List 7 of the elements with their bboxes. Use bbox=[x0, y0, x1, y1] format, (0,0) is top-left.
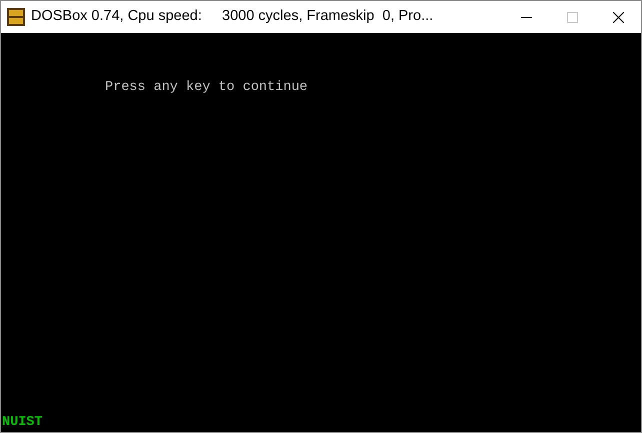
minimize-icon bbox=[520, 16, 532, 18]
console-text: Press any key to continue bbox=[105, 80, 309, 96]
maximize-icon bbox=[566, 12, 578, 22]
console-text: NUIST bbox=[2, 415, 43, 431]
close-icon bbox=[612, 12, 624, 22]
app-logo-icon bbox=[7, 8, 25, 26]
window-title: DOSBox 0.74, Cpu speed: 3000 cycles, Frameskip 0, Pro... bbox=[31, 7, 434, 26]
